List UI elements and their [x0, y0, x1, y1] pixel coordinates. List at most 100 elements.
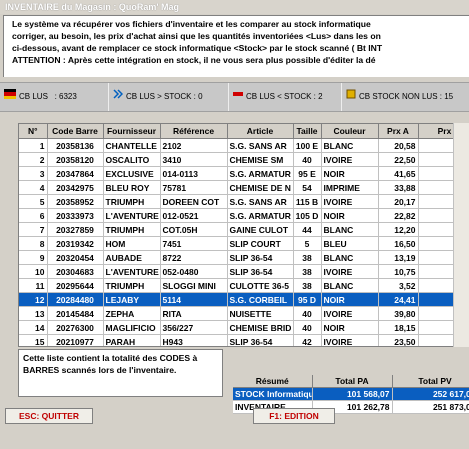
- cell-code-barre[interactable]: 20347864: [47, 166, 104, 181]
- cell-prx-a[interactable]: 39,80: [378, 306, 419, 321]
- cell-num[interactable]: 3: [19, 166, 48, 181]
- cell-article[interactable]: CHEMISE DE N: [227, 180, 294, 195]
- cell-article[interactable]: S.G. SANS AR: [227, 194, 294, 209]
- cell-code-barre[interactable]: 20358136: [47, 138, 104, 153]
- cell-code-barre[interactable]: 20145484: [47, 306, 104, 321]
- cell-code-barre[interactable]: 20320454: [47, 250, 104, 265]
- cell-taille[interactable]: 38: [293, 278, 322, 293]
- cell-fournisseur[interactable]: BLEU ROY: [103, 180, 161, 195]
- cell-prx-a[interactable]: 3,52: [378, 278, 419, 293]
- table-row[interactable]: 2 20358120 OSCALITO 3410 CHEMISE SM 40 IVOIRE 2…: [19, 152, 468, 167]
- cell-fournisseur[interactable]: AUBADE: [103, 250, 161, 265]
- cell-num[interactable]: 8: [19, 236, 48, 251]
- cell-prx-a[interactable]: 13,19: [378, 250, 419, 265]
- cell-article[interactable]: SLIP 36-54: [227, 264, 294, 279]
- cell-taille[interactable]: 105 D: [293, 208, 322, 223]
- cell-code-barre[interactable]: 20333973: [47, 208, 104, 223]
- cell-couleur[interactable]: IVOIRE: [321, 152, 379, 167]
- cell-num[interactable]: 5: [19, 194, 48, 209]
- cell-reference[interactable]: RITA: [160, 306, 228, 321]
- cell-code-barre[interactable]: 20358120: [47, 152, 104, 167]
- cell-code-barre[interactable]: 20295644: [47, 278, 104, 293]
- cell-fournisseur[interactable]: CHANTELLE: [103, 138, 161, 153]
- column-header-prx-a[interactable]: Prx A: [378, 124, 419, 139]
- cell-article[interactable]: S.G. CORBEIL: [227, 292, 294, 307]
- cell-couleur[interactable]: BLANC: [321, 250, 379, 265]
- cell-couleur[interactable]: IVOIRE: [321, 194, 379, 209]
- cell-fournisseur[interactable]: EXCLUSIVE: [103, 166, 161, 181]
- cell-article[interactable]: CULOTTE 36-5: [227, 278, 294, 293]
- cell-prx-a[interactable]: 22,50: [378, 152, 419, 167]
- column-header-fournisseur[interactable]: Fournisseur: [103, 124, 161, 139]
- cell-fournisseur[interactable]: HOM: [103, 236, 161, 251]
- cell-num[interactable]: 14: [19, 320, 48, 335]
- table-row[interactable]: 1 20358136 CHANTELLE 2102 S.G. SANS AR 100 EB…: [19, 138, 468, 153]
- table-row[interactable]: 4 20342975 BLEU ROY 75781 CHEMISE DE N 54 IMPR…: [19, 180, 468, 195]
- cell-code-barre[interactable]: 20327859: [47, 222, 104, 237]
- cell-article[interactable]: SLIP 36-54: [227, 250, 294, 265]
- cell-prx-a[interactable]: 12,20: [378, 222, 419, 237]
- cell-reference[interactable]: 052-0480: [160, 264, 228, 279]
- cell-article[interactable]: GAINE CULOT: [227, 222, 294, 237]
- column-header-taille[interactable]: Taille: [293, 124, 322, 139]
- cell-fournisseur[interactable]: OSCALITO: [103, 152, 161, 167]
- cell-prx-a[interactable]: 18,15: [378, 320, 419, 335]
- cell-reference[interactable]: 75781: [160, 180, 228, 195]
- table-row[interactable]: 820319342HOM7451SLIP COURT5BLEU16,5040,0…: [19, 236, 468, 251]
- column-header-couleur[interactable]: Couleur: [321, 124, 379, 139]
- cell-couleur[interactable]: NOIR: [321, 292, 379, 307]
- column-header-article[interactable]: Article: [227, 124, 294, 139]
- cell-fournisseur[interactable]: L'AVENTURE: [103, 208, 161, 223]
- cell-couleur[interactable]: IVOIRE: [321, 306, 379, 321]
- cell-num[interactable]: 13: [19, 306, 48, 321]
- cell-fournisseur[interactable]: LEJABY: [103, 292, 161, 307]
- cell-num[interactable]: 1: [19, 138, 48, 153]
- cell-couleur[interactable]: BLANC: [321, 138, 379, 153]
- cell-taille[interactable]: 5: [293, 236, 322, 251]
- cell-couleur[interactable]: BLANC: [321, 222, 379, 237]
- cell-article[interactable]: CHEMISE SM: [227, 152, 294, 167]
- cell-taille[interactable]: 40: [293, 320, 322, 335]
- cell-reference[interactable]: 7451: [160, 236, 228, 251]
- cell-reference[interactable]: 8722: [160, 250, 228, 265]
- cell-num[interactable]: 7: [19, 222, 48, 237]
- cell-taille[interactable]: 38: [293, 264, 322, 279]
- cell-taille[interactable]: 95 E: [293, 166, 322, 181]
- cell-article[interactable]: CHEMISE BRID: [227, 320, 294, 335]
- cell-code-barre[interactable]: 20304683: [47, 264, 104, 279]
- cell-taille[interactable]: 40: [293, 152, 322, 167]
- table-row[interactable]: 7 20327859 TRIUMPH COT.05H GAINE CULOT 44 BLAN…: [19, 222, 468, 237]
- column-header-reference[interactable]: Référence: [160, 124, 228, 139]
- cell-taille[interactable]: 95 D: [293, 292, 322, 307]
- cell-article[interactable]: SLIP 36-54: [227, 334, 294, 346]
- tab-cb-lus-gt-stock[interactable]: CB LUS > STOCK : 0: [108, 83, 225, 111]
- table-row[interactable]: 15 20210977 PARAH H943 SLIP 36-54 42 IVOIRE 23,…: [19, 334, 468, 346]
- table-row[interactable]: 9 20320454 AUBADE 8722 SLIP 36-54 38 BLANC 13,1…: [19, 250, 468, 265]
- table-scrollbar[interactable]: [453, 123, 469, 347]
- inventory-table[interactable]: N° Code Barre Fournisseur Référence Article T…: [18, 123, 469, 347]
- cell-couleur[interactable]: NOIR: [321, 208, 379, 223]
- cell-reference[interactable]: 3410: [160, 152, 228, 167]
- cell-couleur[interactable]: BLANC: [321, 278, 379, 293]
- cell-prx-a[interactable]: 20,17: [378, 194, 419, 209]
- cell-couleur[interactable]: BLEU: [321, 236, 379, 251]
- cell-taille[interactable]: 38: [293, 250, 322, 265]
- table-row[interactable]: 11 20295644 TRIUMPH SLOGGI MINI CULOTTE 36-5…: [19, 278, 468, 293]
- cell-prx-a[interactable]: 16,50: [378, 236, 419, 251]
- cell-code-barre[interactable]: 20358952: [47, 194, 104, 209]
- cell-article[interactable]: S.G. ARMATUR: [227, 208, 294, 223]
- cell-code-barre[interactable]: 20284480: [47, 292, 104, 307]
- cell-prx-a[interactable]: 41,65: [378, 166, 419, 181]
- cell-num[interactable]: 6: [19, 208, 48, 223]
- cell-reference[interactable]: DOREEN COT: [160, 194, 228, 209]
- cell-num[interactable]: 15: [19, 334, 48, 346]
- cell-taille[interactable]: 100 E: [293, 138, 322, 153]
- cell-couleur[interactable]: NOIR: [321, 320, 379, 335]
- cell-article[interactable]: NUISETTE: [227, 306, 294, 321]
- cell-num[interactable]: 4: [19, 180, 48, 195]
- column-header-code-barre[interactable]: Code Barre: [47, 124, 104, 139]
- cell-reference[interactable]: 014-0113: [160, 166, 228, 181]
- table-row[interactable]: 5 20358952 TRIUMPH DOREEN COT S.G. SANS AR 11…: [19, 194, 468, 209]
- table-row[interactable]: 12 20284480 LEJABY 5114 S.G. CORBEIL 95 D NOIR…: [19, 292, 468, 307]
- table-row[interactable]: 3 20347864 EXCLUSIVE 014-0113 S.G. ARMATUR 95…: [19, 166, 468, 181]
